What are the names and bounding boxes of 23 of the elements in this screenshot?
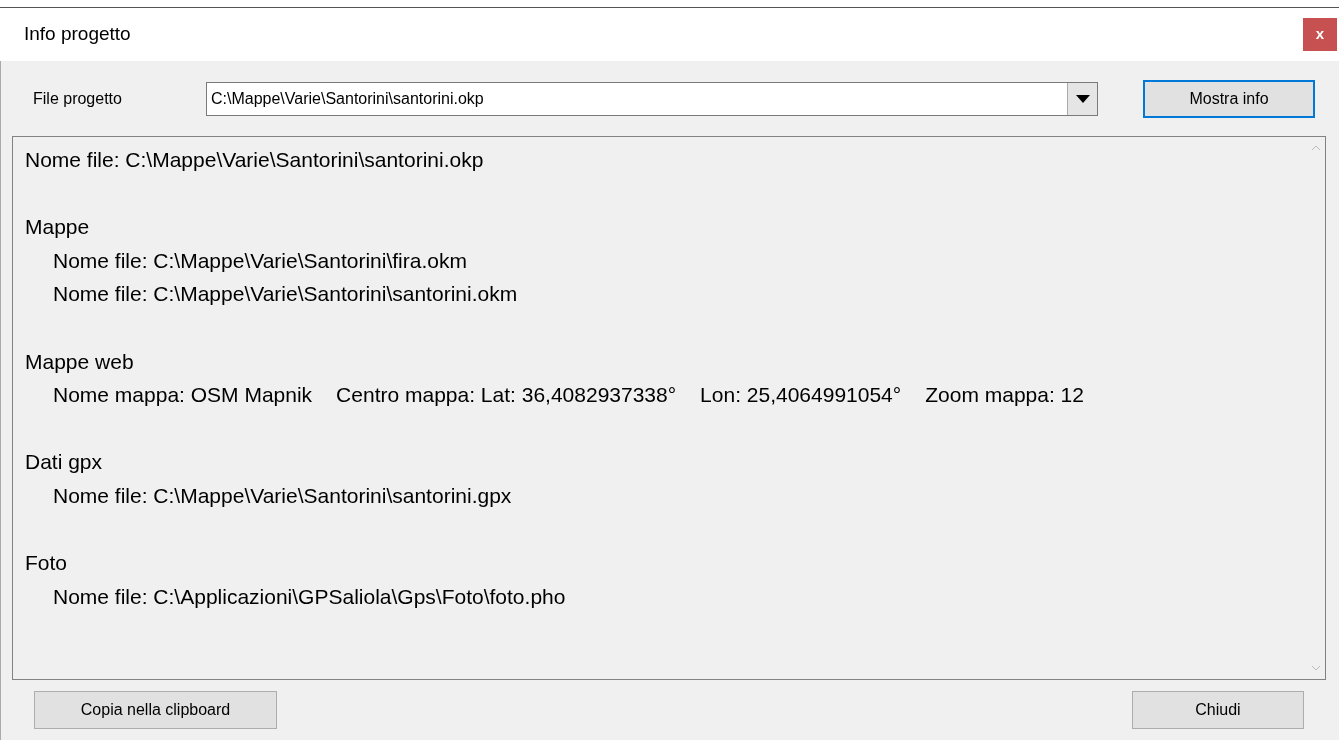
info-line: Zoom mappa: 12 (925, 382, 1084, 409)
window-title: Info progetto (24, 22, 131, 47)
section-heading: Foto (25, 550, 69, 577)
info-line: Nome file: C:\Mappe\Varie\Santorini\santorini.gpx (53, 482, 512, 509)
chevron-down-icon (1310, 665, 1321, 671)
project-file-combo[interactable]: C:\Mappe\Varie\Santorini\santorini.okp (206, 81, 1098, 116)
info-line: Lon: 25,4064991054° (700, 382, 902, 409)
close-button[interactable]: x (1303, 17, 1337, 51)
section-heading: Mappe web (25, 348, 135, 375)
info-line: Centro mappa: Lat: 36,4082937338° (336, 382, 677, 409)
section-heading: Mappe (25, 214, 91, 241)
info-line: Nome mappa: OSM Mapnik (53, 382, 313, 409)
info-line: Nome file: C:\Applicazioni\GPSaliola\Gps\Foto\foto.pho (53, 583, 566, 610)
dropdown-caret-icon (1075, 94, 1090, 103)
copy-clipboard-button[interactable]: Copia nella clipboard (34, 691, 277, 729)
show-info-button[interactable]: Mostra info (1143, 79, 1315, 118)
close-dialog-button[interactable]: Chiudi (1132, 691, 1304, 729)
info-line: Nome file: C:\Mappe\Varie\Santorini\santorini.okp (25, 147, 485, 173)
section-heading: Dati gpx (25, 449, 104, 476)
info-line: Nome file: C:\Mappe\Varie\Santorini\fira.okm (53, 247, 467, 274)
info-line: Nome file: C:\Mappe\Varie\Santorini\santorini.okm (53, 281, 518, 308)
field-label: File progetto (32, 88, 123, 109)
chevron-up-icon (1310, 145, 1321, 151)
